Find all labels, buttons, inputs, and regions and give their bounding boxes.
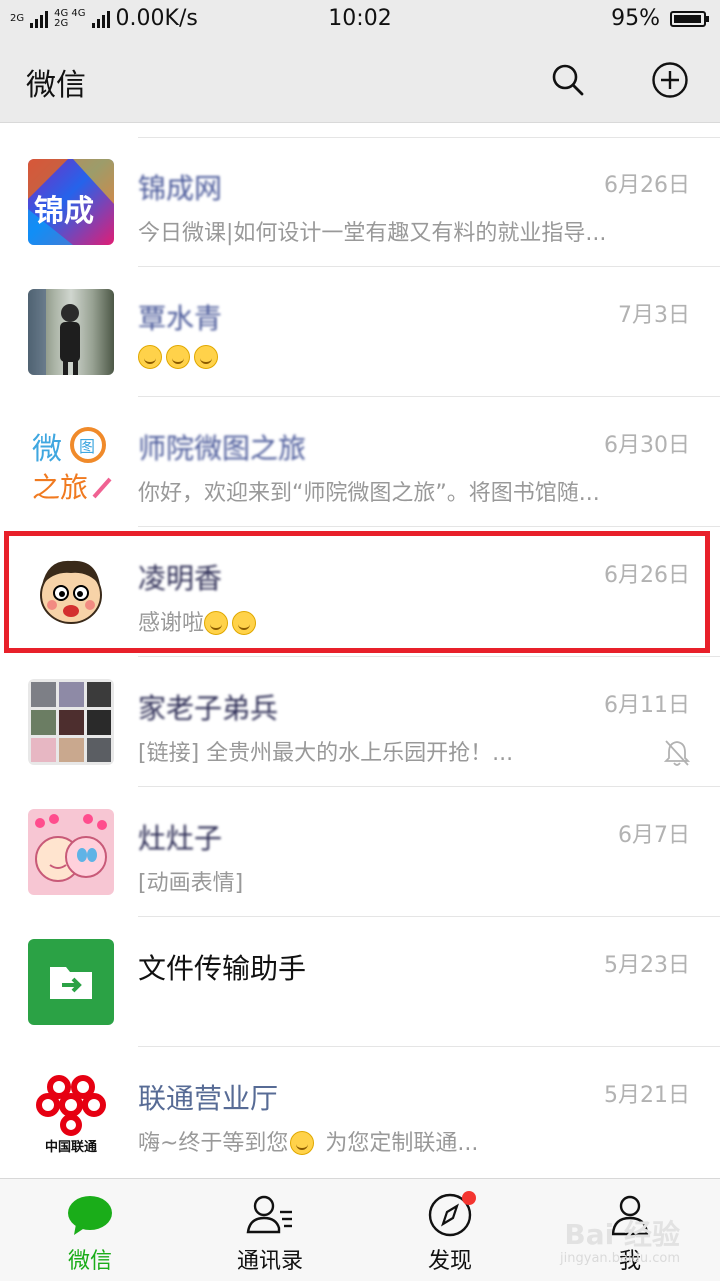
- preview-text: 嗨~终于等到您: [138, 1131, 289, 1156]
- tab-chats-icon-wrap: [60, 1191, 120, 1239]
- weitu-tu-text: 图: [79, 437, 95, 456]
- smile-emoji-icon: [232, 611, 257, 635]
- chat-item[interactable]: 微 图 之旅 师院微图之旅 6月30日 你好，欢迎来到“师院微图之旅”。将图书馆…: [0, 397, 720, 527]
- chat-date: 6月11日: [604, 693, 690, 718]
- add-button[interactable]: [650, 60, 690, 100]
- status-bar: 2G 4G 4G 2G 0.00K/s 10:02 95%: [0, 0, 720, 40]
- weitu-wei-text: 微: [32, 432, 62, 467]
- chat-item[interactable]: 锦成 锦成网 6月26日 今日微课|如何设计一堂有趣又有料的就业指导...: [0, 137, 720, 267]
- smile-emoji-icon: [166, 345, 190, 369]
- tab-chats[interactable]: 微信: [0, 1179, 180, 1281]
- preview-text: 感谢啦: [138, 611, 205, 636]
- tab-label: 发现: [427, 1249, 472, 1274]
- chat-item[interactable]: 家老子弟兵 6月11日 [链接] 全贵州最大的水上乐园开抢！...: [0, 657, 720, 787]
- weitu-zhilv-text: 之旅: [32, 471, 88, 504]
- grin-emoji-icon: [290, 1131, 315, 1155]
- chat-name: 锦成网: [138, 172, 223, 205]
- chat-preview: 今日微课|如何设计一堂有趣又有料的就业指导...: [138, 221, 607, 246]
- app-header: 微信: [0, 40, 720, 123]
- tab-contacts-icon-wrap: [240, 1191, 300, 1239]
- person-icon: [28, 289, 80, 375]
- folder-arrow-icon: [50, 967, 92, 999]
- chat-date: 6月26日: [604, 173, 690, 198]
- jincheng-logo-icon: 锦成: [28, 159, 114, 245]
- avatar-person-photo: [28, 289, 114, 375]
- chat-name: 凌明香: [138, 562, 223, 595]
- notification-dot: [462, 1191, 476, 1205]
- unicom-logo-text: 中国联通: [45, 1139, 97, 1155]
- chat-list: 锦成 锦成网 6月26日 今日微课|如何设计一堂有趣又有料的就业指导... 覃水…: [0, 137, 720, 1177]
- chat-item[interactable]: 凌明香 6月26日 感谢啦: [0, 527, 720, 657]
- search-icon: [552, 64, 584, 96]
- chat-preview: [动画表情]: [138, 871, 244, 896]
- chat-preview: [链接] 全贵州最大的水上乐园开抢！...: [138, 741, 514, 766]
- chat-name: 文件传输助手: [138, 952, 307, 985]
- tab-label: 通讯录: [236, 1249, 303, 1274]
- battery-fill: [674, 14, 701, 23]
- chat-item[interactable]: 中国联通 联通营业厅 5月21日 嗨~终于等到您 为您定制联通...: [0, 1047, 720, 1177]
- avatar-china-unicom: 中国联通: [28, 1069, 114, 1155]
- smile-emoji-icon: [194, 345, 218, 369]
- avatar-file-transfer: [28, 939, 114, 1025]
- tab-label: 微信: [67, 1249, 112, 1274]
- chat-item[interactable]: 文件传输助手 5月23日: [0, 917, 720, 1047]
- chat-date: 5月23日: [604, 953, 690, 978]
- cartoon-boy-icon: [40, 560, 102, 624]
- avatar-cartoon-boy: [28, 549, 114, 635]
- bell-muted-icon: [663, 740, 691, 766]
- preview-text-2: 为您定制联通...: [318, 1131, 479, 1156]
- group-grid-icon: [31, 682, 111, 762]
- chat-item[interactable]: 灶灶子 6月7日 [动画表情]: [0, 787, 720, 917]
- weitu-logo-icon: 微 图 之旅: [32, 427, 112, 504]
- smile-emoji-icon: [138, 345, 162, 369]
- chat-preview: 你好，欢迎来到“师院微图之旅”。将图书馆随...: [138, 481, 600, 506]
- chat-preview: 嗨~终于等到您 为您定制联通...: [138, 1125, 478, 1157]
- chat-preview: 感谢啦: [138, 605, 260, 637]
- contacts-icon: [246, 1195, 292, 1234]
- battery-percent: 95%: [611, 6, 660, 31]
- chat-bubble-icon: [68, 1196, 112, 1235]
- chat-name: 家老子弟兵: [138, 692, 279, 725]
- tab-discover[interactable]: 发现: [360, 1179, 540, 1281]
- smile-emoji-icon: [204, 611, 229, 635]
- chat-name: 覃水青: [138, 302, 223, 335]
- mute-indicator: [663, 739, 691, 771]
- battery-icon: [670, 10, 709, 27]
- baidu-watermark: Bai 经验: [564, 1218, 680, 1251]
- chat-name: 联通营业厅: [138, 1082, 279, 1115]
- page-title: 微信: [26, 68, 86, 103]
- chat-name: 师院微图之旅: [138, 432, 307, 465]
- chat-item[interactable]: 覃水青 7月3日: [0, 267, 720, 397]
- status-right: 95%: [611, 6, 709, 31]
- chat-name: 灶灶子: [138, 822, 223, 855]
- chat-date: 6月30日: [604, 433, 690, 458]
- avatar-jincheng: 锦成: [28, 159, 114, 245]
- jincheng-logo-text: 锦成: [34, 194, 94, 229]
- chat-date: 5月21日: [604, 1083, 690, 1108]
- tab-contacts[interactable]: 通讯录: [180, 1179, 360, 1281]
- search-button[interactable]: [548, 60, 588, 100]
- chat-preview: [138, 345, 222, 370]
- china-unicom-logo-icon: 中国联通: [36, 1075, 106, 1155]
- avatar-cartoon-couple: [28, 809, 114, 895]
- plus-circle-icon: [652, 62, 688, 98]
- avatar-group-grid: [28, 679, 114, 765]
- chat-date: 6月7日: [618, 823, 690, 848]
- baidu-watermark-url: jingyan.baidu.com: [560, 1251, 680, 1266]
- chat-date: 7月3日: [618, 303, 690, 328]
- cartoon-couple-icon: [35, 814, 107, 882]
- tab-bar: 微信 通讯录 发现 我 Bai 经验 jingyan.baidu.com: [0, 1178, 720, 1281]
- avatar-weitu: 微 图 之旅: [28, 419, 114, 505]
- chat-date: 6月26日: [604, 563, 690, 588]
